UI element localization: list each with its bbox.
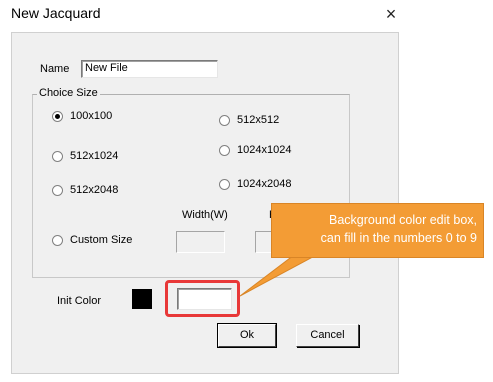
- annotation-line2: can fill in the numbers 0 to 9: [320, 231, 477, 245]
- annotation-line1: Background color edit box,: [328, 213, 477, 227]
- annotation-callout: Background color edit box, can fill in t…: [271, 203, 484, 258]
- callout-pointer: [239, 251, 323, 297]
